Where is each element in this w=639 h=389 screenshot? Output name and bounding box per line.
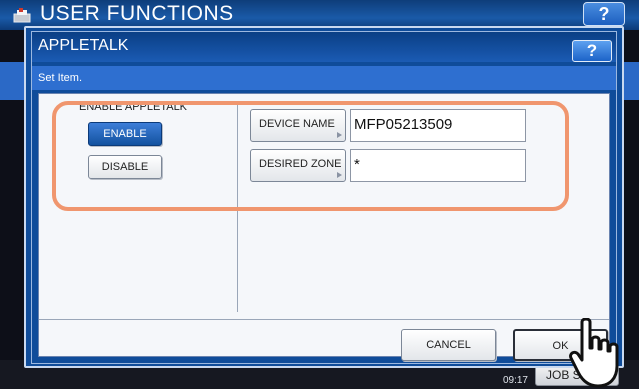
dialog-instruction-bar: Set Item. [32, 66, 616, 90]
background-help-button[interactable]: ? [583, 2, 625, 26]
footer-divider [39, 319, 609, 320]
dialog-title: APPLETALK [38, 37, 129, 54]
appletalk-dialog: APPLETALK ? Set Item. ENABLE APPLETALK E… [24, 26, 624, 368]
settings-panel: ENABLE APPLETALK ENABLE DISABLE DEVICE N… [38, 93, 610, 361]
printer-icon [13, 8, 31, 23]
help-icon: ? [586, 41, 598, 60]
screen: USER FUNCTIONS ? 09:17 JOB S APPLETALK ?… [0, 0, 639, 389]
highlight-outline [52, 101, 569, 211]
pointer-hand-icon [569, 318, 619, 388]
background-title: USER FUNCTIONS [40, 2, 234, 25]
dialog-frame: APPLETALK ? Set Item. ENABLE APPLETALK E… [31, 31, 617, 364]
help-button[interactable]: ? [572, 40, 612, 62]
cancel-button[interactable]: CANCEL [401, 329, 496, 361]
dialog-instruction: Set Item. [38, 72, 83, 84]
clock-time: 09:17 [502, 375, 528, 386]
dialog-titlebar: APPLETALK ? [32, 32, 616, 62]
background-band-left [0, 62, 24, 100]
